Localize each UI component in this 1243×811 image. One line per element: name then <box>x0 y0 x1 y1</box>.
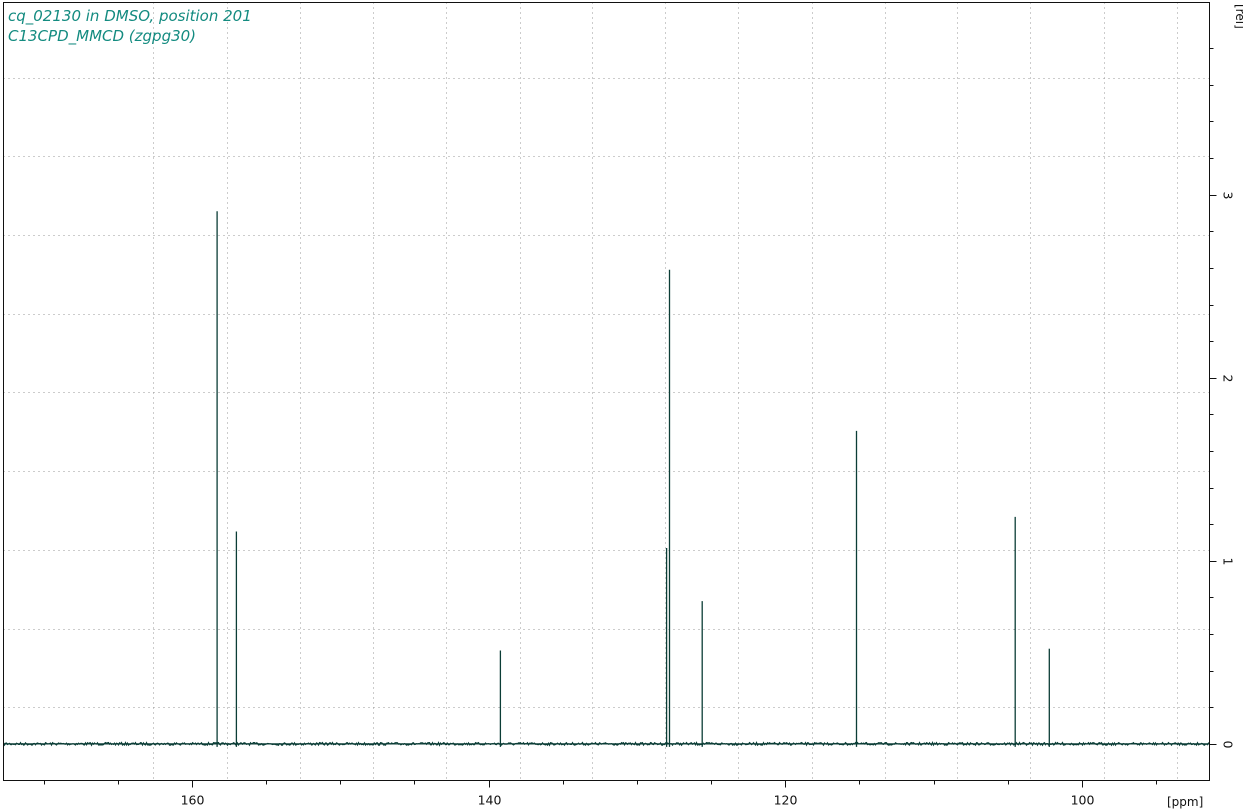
x-tick-label-160: 160 <box>181 793 205 808</box>
x-tick-label-100: 100 <box>1071 793 1095 808</box>
y-tick-label-0: 0 <box>1221 741 1236 749</box>
x-axis-unit-label: [ppm] <box>1167 795 1203 809</box>
x-tick-label-120: 120 <box>774 793 798 808</box>
y-tick-label-3: 3 <box>1221 192 1236 200</box>
spectrum-title: cq_02130 in DMSO, position 201 <box>8 7 252 26</box>
y-axis-unit-label: [rel] <box>1233 4 1243 29</box>
pulse-program-label: C13CPD_MMCD (zgpg30) <box>8 27 196 46</box>
y-tick-label-1: 1 <box>1221 558 1236 566</box>
x-tick-label-140: 140 <box>478 793 502 808</box>
y-tick-label-2: 2 <box>1221 375 1236 383</box>
nmr-spectrum-chart: 160 140 120 100 0 1 2 3 cq_02130 in DMSO, posit… <box>0 0 1243 811</box>
